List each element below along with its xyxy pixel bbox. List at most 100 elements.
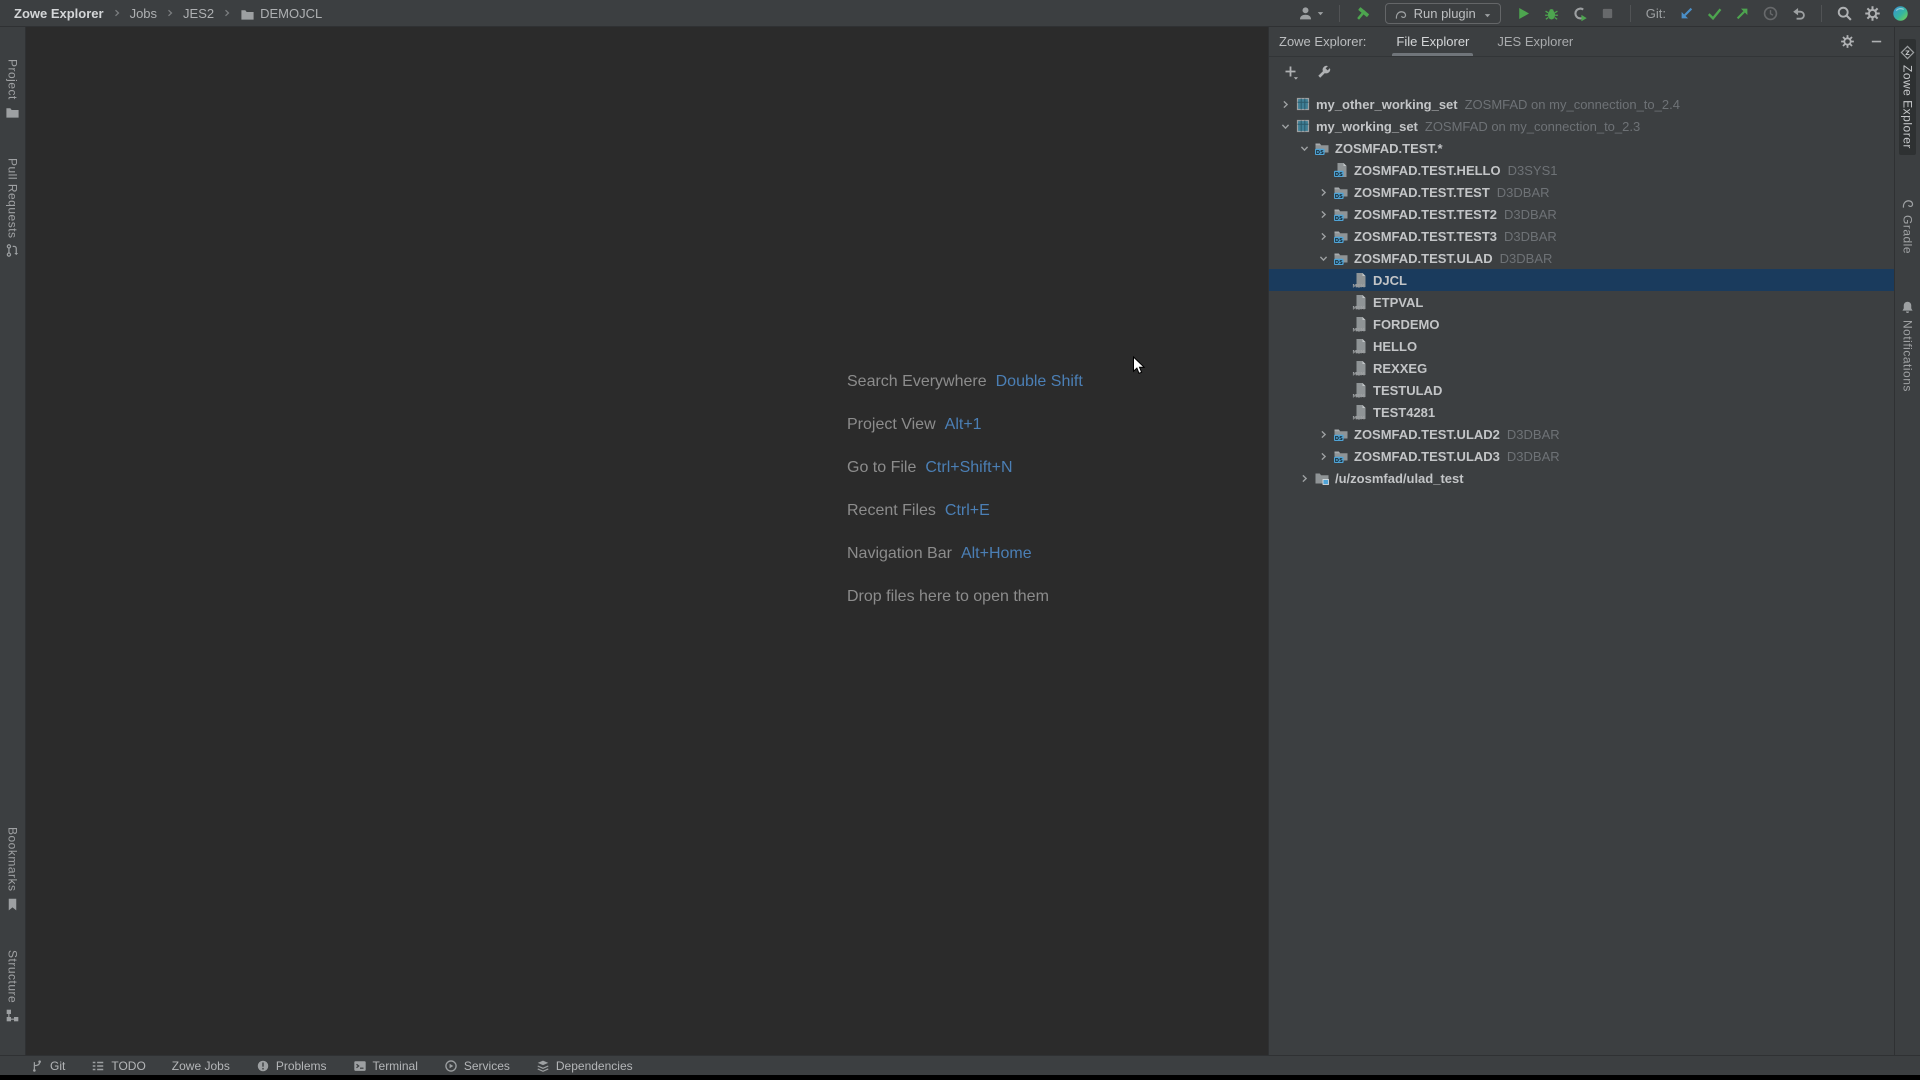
shortcut-hint: Go to FileCtrl+Shift+N [847, 459, 1083, 479]
tree-item-name: ZOSMFAD.TEST.ULAD [1354, 251, 1493, 266]
tree-item-suffix: D3DBAR [1507, 449, 1560, 464]
run-with-coverage-button[interactable] [1570, 4, 1589, 23]
tree-item-name: DJCL [1373, 273, 1407, 288]
chevron-right-icon[interactable] [1277, 96, 1294, 112]
chevron-down-icon[interactable] [1296, 140, 1313, 156]
status-bar-item-problems[interactable]: Problems [256, 1059, 327, 1073]
chevron-right-icon[interactable] [1315, 426, 1332, 442]
ds-folder-icon: DS [1332, 228, 1349, 244]
main-toolbar-actions: Run pluginGit: [1296, 3, 1910, 24]
status-bar-item-terminal[interactable]: Terminal [353, 1059, 418, 1073]
history-button [1761, 4, 1780, 23]
shortcut-label: Navigation Bar [847, 545, 952, 562]
chevron-right-icon[interactable] [1315, 448, 1332, 464]
status-bar-item-label: Problems [276, 1059, 327, 1073]
stripe-button-gradle[interactable]: Gradle [1899, 189, 1916, 260]
tree-item-name: TEST4281 [1373, 405, 1435, 420]
tab-file-explorer[interactable]: File Explorer [1384, 27, 1481, 56]
push-button[interactable] [1733, 4, 1752, 23]
services-icon [444, 1059, 458, 1073]
rollback-button[interactable] [1789, 4, 1808, 23]
breadcrumb-item[interactable]: DEMOJCL [240, 6, 322, 21]
editor-area: Search EverywhereDouble ShiftProject Vie… [26, 27, 1268, 1055]
tree-item-name: ZOSMFAD.TEST.* [1335, 141, 1443, 156]
tree-row[interactable]: DSZOSMFAD.TEST.* [1269, 137, 1894, 159]
stripe-button-bookmarks[interactable]: Bookmarks [4, 821, 21, 918]
tree-item-name: ZOSMFAD.TEST.TEST2 [1354, 207, 1497, 222]
settings-button[interactable] [1863, 4, 1882, 23]
tree-row[interactable]: DSZOSMFAD.TEST.ULADD3DBAR [1269, 247, 1894, 269]
stripe-button-project[interactable]: Project [4, 53, 21, 126]
tree-row[interactable]: MEMETPVAL [1269, 291, 1894, 313]
tree-row[interactable]: DSZOSMFAD.TEST.ULAD2D3DBAR [1269, 423, 1894, 445]
tree-row[interactable]: my_working_setZOSMFAD on my_connection_t… [1269, 115, 1894, 137]
tree-row[interactable]: /u/zosmfad/ulad_test [1269, 467, 1894, 489]
tree-row[interactable]: MEMHELLO [1269, 335, 1894, 357]
breadcrumb-item[interactable]: JES2 [183, 6, 214, 21]
tree-item-name: ZOSMFAD.TEST.TEST [1354, 185, 1490, 200]
chevron-down-icon[interactable] [1315, 250, 1332, 266]
user-menu-button[interactable] [1296, 4, 1326, 23]
tree-item-suffix: D3DBAR [1504, 229, 1557, 244]
chevron-right-icon[interactable] [1315, 206, 1332, 222]
tree-row[interactable]: DSZOSMFAD.TEST.TEST2D3DBAR [1269, 203, 1894, 225]
hide-tool-window-button[interactable] [1867, 32, 1886, 51]
tree-row[interactable]: MEMFORDEMO [1269, 313, 1894, 335]
svg-text:DS: DS [1334, 260, 1342, 266]
stripe-button-pull-requests[interactable]: Pull Requests [4, 152, 21, 265]
tree-row[interactable]: DSZOSMFAD.TEST.TESTD3DBAR [1269, 181, 1894, 203]
tool-window-settings-button[interactable] [1838, 32, 1857, 51]
tree-row[interactable]: DSZOSMFAD.TEST.HELLOD3SYS1 [1269, 159, 1894, 181]
account-avatar-button[interactable] [1891, 4, 1910, 23]
folder-icon [240, 7, 255, 19]
stripe-label: Gradle [1901, 215, 1915, 254]
add-button[interactable] [1281, 63, 1300, 82]
tool-window-title: Zowe Explorer: [1279, 34, 1366, 49]
commit-button[interactable] [1705, 4, 1724, 23]
tree-row[interactable]: DSZOSMFAD.TEST.TEST3D3DBAR [1269, 225, 1894, 247]
chevron-right-icon[interactable] [1315, 228, 1332, 244]
breadcrumb-item[interactable]: Zowe Explorer [14, 6, 104, 21]
shortcut-label: Go to File [847, 459, 916, 476]
breadcrumb-item[interactable]: Jobs [130, 6, 157, 21]
gradle-icon [1900, 195, 1915, 210]
tree-row[interactable]: MEMREXXEG [1269, 357, 1894, 379]
terminal-icon [353, 1059, 367, 1073]
status-bar-item-dependencies[interactable]: Dependencies [536, 1059, 633, 1073]
user-icon [1296, 4, 1315, 23]
build-project-button[interactable] [1353, 4, 1372, 23]
tree-row[interactable]: MEMTEST4281 [1269, 401, 1894, 423]
svg-text:DS: DS [1334, 238, 1342, 244]
tree-item-name: /u/zosmfad/ulad_test [1335, 471, 1464, 486]
tab-jes-explorer[interactable]: JES Explorer [1485, 27, 1585, 56]
drop-hint-label: Drop files here to open them [847, 588, 1049, 605]
status-bar-item-services[interactable]: Services [444, 1059, 510, 1073]
status-bar-item-git[interactable]: Git [30, 1059, 65, 1073]
stripe-button-structure[interactable]: Structure [4, 944, 21, 1029]
tree-row[interactable]: MEM TESTULAD [1269, 379, 1894, 401]
tree-row[interactable]: MEMDJCL [1269, 269, 1894, 291]
tree-row[interactable]: my_other_working_setZOSMFAD on my_connec… [1269, 93, 1894, 115]
chevron-right-icon[interactable] [1315, 184, 1332, 200]
zowe-explorer-tool-window: Zowe Explorer: File ExplorerJES Explorer… [1268, 27, 1894, 1055]
tree-item-name: TESTULAD [1373, 383, 1442, 398]
chevron-right-icon[interactable] [1296, 470, 1313, 486]
stripe-button-notifications[interactable]: Notifications [1899, 294, 1916, 398]
stripe-button-zowe-explorer[interactable]: ZZowe Explorer [1899, 39, 1916, 155]
status-bar-item-todo[interactable]: TODO [91, 1059, 145, 1073]
status-bar-item-zowe-jobs[interactable]: Zowe Jobs [172, 1059, 230, 1073]
dependencies-icon [536, 1059, 550, 1073]
run-button[interactable] [1514, 4, 1533, 23]
chevron-placeholder [1334, 316, 1351, 332]
svg-text:DS: DS [1334, 194, 1342, 200]
tree-item-name: ZOSMFAD.TEST.HELLO [1354, 163, 1501, 178]
search-everywhere-button[interactable] [1835, 4, 1854, 23]
debug-button[interactable] [1542, 4, 1561, 23]
tree-row[interactable]: DSZOSMFAD.TEST.ULAD3D3DBAR [1269, 445, 1894, 467]
settings-wrench-button[interactable] [1314, 63, 1333, 82]
mem-file-icon: MEM [1351, 382, 1368, 398]
run-configuration-select[interactable]: Run plugin [1385, 3, 1501, 24]
breadcrumb-separator-icon [221, 7, 233, 19]
update-project-button[interactable] [1677, 4, 1696, 23]
chevron-down-icon[interactable] [1277, 118, 1294, 134]
